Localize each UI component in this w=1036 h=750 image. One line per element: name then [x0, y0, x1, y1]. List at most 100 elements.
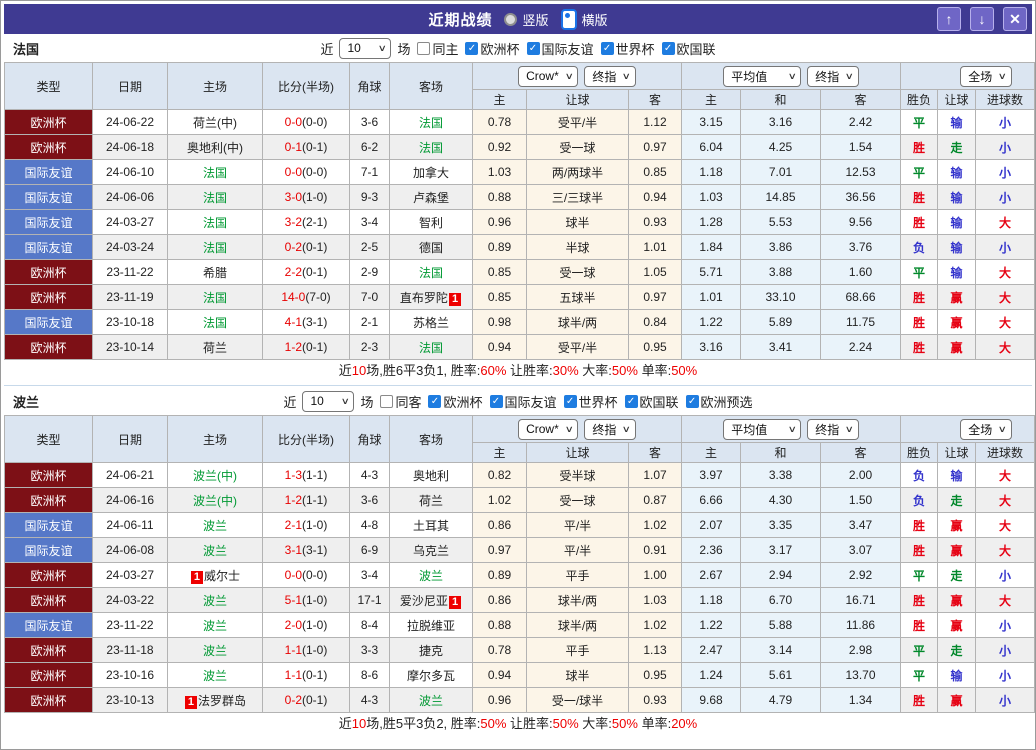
competition-checkbox[interactable]: ✓ 欧国联 [661, 39, 716, 58]
fulltime-score: 0-1 [284, 140, 302, 154]
competition-checkbox[interactable]: ✓ 欧洲预选 [685, 392, 753, 411]
cell-avg-home: 1.18 [681, 587, 741, 613]
cell-score: 14-0(7-0) [262, 284, 350, 310]
table-row[interactable]: 欧洲杯 24-06-16 波兰(中) 1-2(1-1) 3-6 荷兰 1.02 受一球 0.87… [4, 487, 1036, 513]
table-row[interactable]: 欧洲杯 24-03-27 1 威尔士 0-0(0-0) 3-4 波兰 0.89 平手 1.00 2.… [4, 562, 1036, 588]
section-summary: 近10场,胜5平3负2, 胜率:50% 让胜率:50% 大率:50% 单率:20… [4, 713, 1032, 735]
table-row[interactable]: 国际友谊 23-10-18 法国 4-1(3-1) 2-1 苏格兰 0.98 球半/两 0.84… [4, 309, 1036, 335]
move-down-button[interactable]: ↓ [970, 7, 994, 31]
away-team-name: 直布罗陀 [399, 290, 448, 305]
results-table: 类型 日期 主场 比分(半场) 角球 客场 Crow* ∨ 终指 ∨ 平均值 ∨ 终指 ∨ 全场 ∨ 主让球客主… [4, 62, 1036, 360]
away-team-name: 德国 [418, 240, 443, 255]
fulltime-score: 0-0 [284, 568, 302, 582]
cell-avg-draw: 14.85 [740, 184, 821, 210]
competition-checkbox[interactable]: ✓ 国际友谊 [526, 39, 594, 58]
cell-competition: 欧洲杯 [4, 587, 93, 613]
competition-checkbox[interactable]: ✓ 欧国联 [624, 392, 679, 411]
table-row[interactable]: 国际友谊 24-03-27 法国 3-2(2-1) 3-4 智利 0.96 球半 0.93 1.2… [4, 209, 1036, 235]
cell-result-wdl: 负 [900, 234, 939, 260]
cell-result-handicap: 输 [937, 259, 977, 285]
competition-checkbox[interactable]: ✓ 欧洲杯 [465, 39, 520, 58]
cell-result-goals: 大 [975, 259, 1036, 285]
cell-odds-away: 0.97 [628, 134, 682, 160]
summary-segment: 50% [611, 716, 638, 731]
away-team-name: 摩尔多瓦 [406, 668, 455, 683]
odds-stage-1-select[interactable]: 终指 ∨ [584, 65, 636, 87]
table-row[interactable]: 欧洲杯 24-06-22 荷兰(中) 0-0(0-0) 3-6 法国 0.78 受平/半 1.1… [4, 109, 1036, 135]
table-row[interactable]: 国际友谊 24-06-11 波兰 2-1(1-0) 4-8 土耳其 0.86 平/半 1.02 2… [4, 512, 1036, 538]
cell-odds-away: 1.07 [628, 462, 682, 488]
cell-odds-away: 0.97 [628, 284, 682, 310]
games-label: 场 [360, 394, 374, 410]
table-row[interactable]: 欧洲杯 24-06-21 波兰(中) 1-3(1-1) 4-3 奥地利 0.82 受半球 1.0… [4, 462, 1036, 488]
cell-away-team: 捷克 [389, 637, 473, 663]
table-row[interactable]: 欧洲杯 23-10-14 荷兰 1-2(0-1) 2-3 法国 0.94 受平/半 0.95 3.… [4, 334, 1036, 360]
table-row[interactable]: 欧洲杯 24-03-22 波兰 5-1(1-0) 17-1 爱沙尼亚 1 0.86 球半/两 1.… [4, 587, 1036, 613]
competition-checkbox[interactable]: ✓ 世界杯 [563, 392, 618, 411]
table-row[interactable]: 国际友谊 24-06-06 法国 3-0(1-0) 9-3 卢森堡 0.88 三/三球半 0.9… [4, 184, 1036, 210]
cell-odds-handicap: 平/半 [526, 512, 629, 538]
table-row[interactable]: 欧洲杯 23-11-22 希腊 2-2(0-1) 2-9 法国 0.85 受一球 1.05 5.7… [4, 259, 1036, 285]
cell-home-team: 波兰(中) [167, 462, 263, 488]
table-row[interactable]: 欧洲杯 23-11-18 波兰 1-1(1-0) 3-3 捷克 0.78 平手 1.13 2.47… [4, 637, 1036, 663]
competition-checkbox[interactable]: ✓ 欧洲杯 [428, 392, 483, 411]
radio-vertical-label: 竖版 [522, 12, 549, 28]
cell-score: 0-2(0-1) [262, 234, 350, 260]
cell-home-team: 波兰 [167, 512, 263, 538]
bookmaker-select[interactable]: Crow* ∨ [518, 418, 579, 440]
odds-stage-1-select[interactable]: 终指 ∨ [584, 418, 636, 440]
cell-score: 0-0(0-0) [262, 109, 350, 135]
radio-vertical-layout[interactable]: 竖版 [504, 10, 549, 29]
section-team-name: 波兰 [13, 394, 40, 410]
competition-checkbox[interactable]: ✓ 国际友谊 [489, 392, 557, 411]
cell-home-team: 1 法罗群岛 [167, 687, 263, 713]
average-select[interactable]: 平均值 ∨ [723, 65, 802, 87]
match-count-select[interactable]: 10 ∨ [302, 390, 355, 412]
cell-result-wdl: 胜 [900, 537, 939, 563]
cell-corners: 2-9 [349, 259, 390, 285]
results-table: 类型 日期 主场 比分(半场) 角球 客场 Crow* ∨ 终指 ∨ 平均值 ∨ 终指 ∨ 全场 ∨ 主让球客主… [4, 415, 1036, 713]
home-team-name: 波兰 [202, 618, 227, 633]
checkbox-unchecked-icon [380, 394, 394, 408]
sub-column-header: 进球数 [975, 89, 1036, 110]
match-count-select-value: 10 [310, 394, 324, 408]
radio-unselected-icon[interactable] [504, 12, 518, 26]
table-row[interactable]: 国际友谊 24-06-10 法国 0-0(0-0) 7-1 加拿大 1.03 两/两球半 0.8… [4, 159, 1036, 185]
radio-selected-icon[interactable] [560, 8, 577, 30]
move-up-button[interactable]: ↑ [937, 7, 961, 31]
cell-avg-away: 3.07 [819, 537, 902, 563]
section-summary: 近10场,胜6平3负1, 胜率:60% 让胜率:30% 大率:50% 单率:50… [4, 360, 1032, 382]
fulltime-scope-select[interactable]: 全场 ∨ [960, 418, 1012, 440]
table-row[interactable]: 国际友谊 24-06-08 波兰 3-1(3-1) 6-9 乌克兰 0.97 平/半 0.91 2… [4, 537, 1036, 563]
match-count-select[interactable]: 10 ∨ [339, 37, 392, 59]
table-row[interactable]: 欧洲杯 23-11-19 法国 14-0(7-0) 7-0 直布罗陀 1 0.85 五球半 0.9… [4, 284, 1036, 310]
table-row[interactable]: 欧洲杯 23-10-13 1 法罗群岛 0-2(0-1) 4-3 波兰 0.96 受一/球半 0.… [4, 687, 1036, 713]
table-row[interactable]: 欧洲杯 23-10-16 波兰 1-1(0-1) 8-6 摩尔多瓦 0.94 球半 0.95 1.… [4, 662, 1036, 688]
cell-odds-home: 0.97 [472, 537, 527, 563]
away-team-name: 爱沙尼亚 [399, 593, 448, 608]
fulltime-scope-select[interactable]: 全场 ∨ [960, 65, 1012, 87]
cell-away-team: 拉脱维亚 [389, 612, 473, 638]
cell-avg-away: 1.60 [819, 259, 902, 285]
bookmaker-select[interactable]: Crow* ∨ [518, 65, 579, 87]
halftime-score: (3-1) [302, 543, 328, 557]
table-row[interactable]: 国际友谊 23-11-22 波兰 2-0(1-0) 8-4 拉脱维亚 0.88 球半/两 1.0… [4, 612, 1036, 638]
table-row[interactable]: 欧洲杯 24-06-18 奥地利(中) 0-1(0-1) 6-2 法国 0.92 受一球 0.9… [4, 134, 1036, 160]
cell-result-handicap: 输 [937, 662, 977, 688]
odds-stage-2-select[interactable]: 终指 ∨ [807, 65, 859, 87]
away-team-name: 法国 [418, 340, 443, 355]
competition-checkbox[interactable]: ✓ 世界杯 [600, 39, 655, 58]
home-team-name: 荷兰 [202, 340, 227, 355]
cell-competition: 国际友谊 [4, 184, 93, 210]
cell-result-goals: 小 [975, 637, 1036, 663]
average-select[interactable]: 平均值 ∨ [723, 418, 802, 440]
table-row[interactable]: 国际友谊 24-03-24 法国 0-2(0-1) 2-5 德国 0.89 半球 1.01 1.8… [4, 234, 1036, 260]
cell-competition: 欧洲杯 [4, 637, 93, 663]
odds-stage-2-select[interactable]: 终指 ∨ [807, 418, 859, 440]
cell-odds-home: 0.88 [472, 184, 527, 210]
close-button[interactable]: ✕ [1003, 7, 1027, 31]
radio-horizontal-layout[interactable]: 横版 [560, 8, 608, 30]
same-venue-checkbox[interactable]: 同客 [380, 392, 421, 411]
odds-stage-1-select-value: 终指 [592, 422, 617, 437]
same-venue-checkbox[interactable]: 同主 [417, 39, 458, 58]
